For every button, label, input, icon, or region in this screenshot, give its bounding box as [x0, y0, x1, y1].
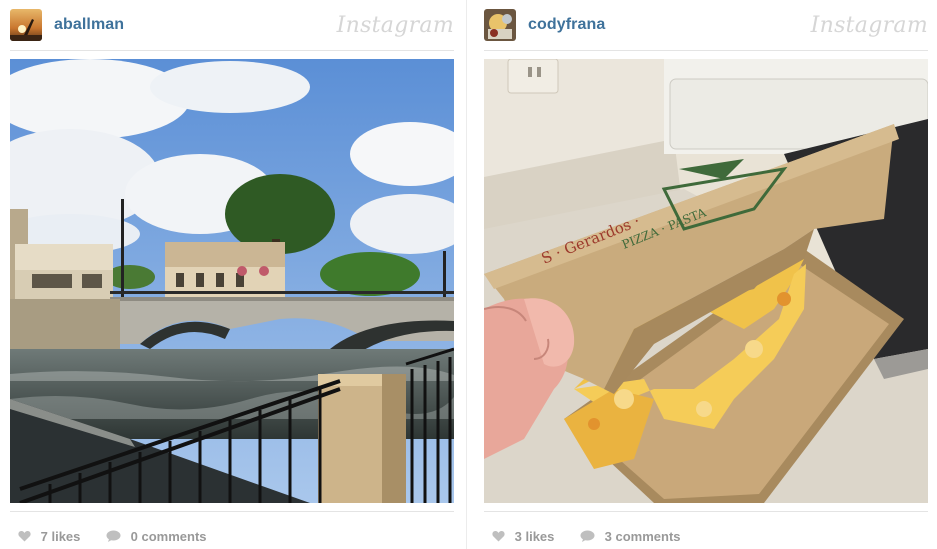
post-card-codyfrana: codyfrana Instagram S · Gerardos · PIZZA…	[484, 0, 928, 549]
post-card-aballman: aballman Instagram 7 likes 0 comments	[10, 0, 454, 549]
likes-label: 7 likes	[40, 528, 81, 544]
likes-label: 3 likes	[514, 528, 555, 544]
heart-icon	[18, 531, 31, 542]
heart-icon	[492, 531, 505, 542]
comments-label: 0 comments	[130, 528, 207, 544]
post-photo[interactable]: S · Gerardos · PIZZA · PASTA	[484, 59, 928, 503]
comment-icon	[106, 530, 121, 543]
comment-icon	[580, 530, 595, 543]
likes-count[interactable]: 7 likes	[18, 528, 80, 544]
post-header: codyfrana Instagram	[484, 9, 928, 41]
comments-count[interactable]: 3 comments	[580, 528, 681, 544]
footer-divider	[10, 511, 454, 512]
username[interactable]: codyfrana	[528, 16, 605, 34]
comments-label: 3 comments	[604, 528, 681, 544]
avatar[interactable]	[484, 9, 516, 41]
footer-divider	[484, 511, 928, 512]
post-photo[interactable]	[10, 59, 454, 503]
username[interactable]: aballman	[54, 16, 124, 34]
instagram-logo: Instagram	[336, 13, 454, 38]
avatar[interactable]	[10, 9, 42, 41]
comments-count[interactable]: 0 comments	[106, 528, 207, 544]
header-divider	[484, 50, 928, 51]
post-stats: 3 likes 3 comments	[492, 527, 703, 544]
likes-count[interactable]: 3 likes	[492, 528, 554, 544]
post-header: aballman Instagram	[10, 9, 454, 41]
column-divider	[466, 0, 467, 549]
instagram-logo: Instagram	[810, 13, 928, 38]
header-divider	[10, 50, 454, 51]
post-stats: 7 likes 0 comments	[18, 527, 229, 544]
